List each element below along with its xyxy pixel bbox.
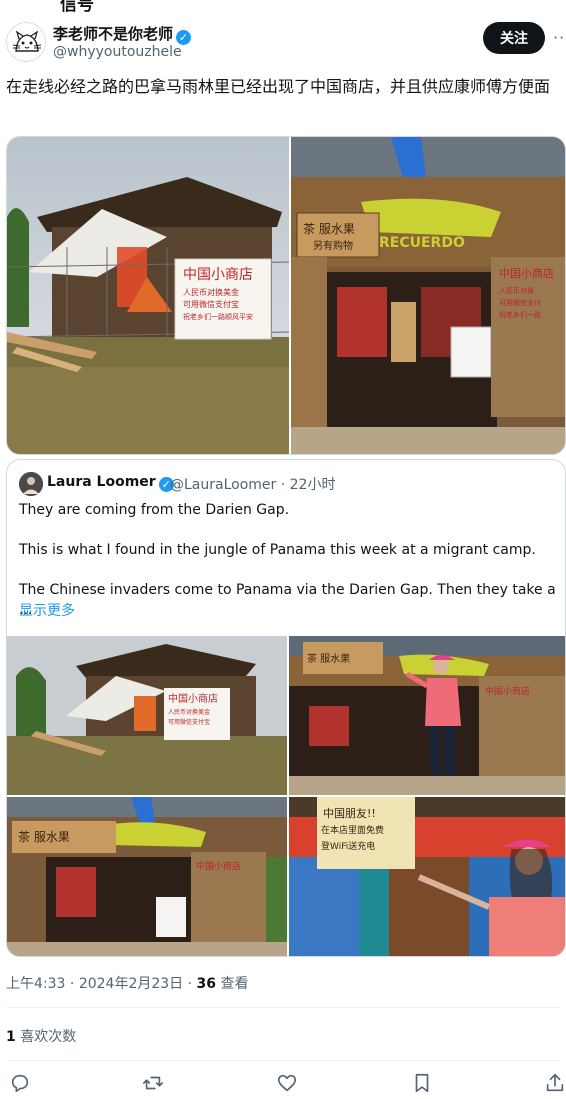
quote-text: They are coming from the Darien Gap. Thi… [19,502,556,618]
bookmark-icon[interactable] [411,1072,437,1098]
svg-text:茶 服水果: 茶 服水果 [307,652,350,665]
like-icon[interactable] [276,1072,302,1098]
svg-text:茶 服水果: 茶 服水果 [18,829,70,844]
svg-text:可用微信支付: 可用微信支付 [499,298,541,307]
tweet-time[interactable]: 上午4:33 [6,976,65,992]
svg-text:另有购物: 另有购物 [313,239,353,252]
quote-time[interactable]: 22小时 [290,477,336,493]
svg-text:茶 服水果: 茶 服水果 [303,221,355,236]
follow-button[interactable]: 关注 [483,22,545,54]
svg-text:中国小商店: 中国小商店 [168,692,218,705]
views-count: 36 [196,976,217,992]
svg-text:人民币对换美金: 人民币对换美金 [183,287,239,297]
tweet-header: 李老师不是你老师✓ @whyyoutouzhele 关注 ··· [0,14,566,64]
author-handle[interactable]: @whyyoutouzhele [53,44,182,60]
svg-text:中国朋友!!: 中国朋友!! [323,806,376,820]
truncated-previous-text: 信号 [60,0,94,15]
svg-text:人民币对换: 人民币对换 [499,286,534,295]
divider [6,1060,561,1061]
author-name-text: 李老师不是你老师 [53,25,174,43]
tweet-media: 中国小商店 人民币对换美金 可用微信支付宝 祝老乡们一路顺风平安 RECUERD… [6,136,566,455]
likes-summary[interactable]: 1 喜欢次数 [6,1026,76,1046]
action-bar [0,1072,566,1098]
tweet-date[interactable]: 2024年2月23日 [79,976,183,992]
quote-photo-woman-sign[interactable]: 中国朋友!! 在本店里面免费 登WiFi送充电 [289,797,565,956]
tweet-timestamp: 上午4:33 · 2024年2月23日 · 36 查看 [6,976,249,992]
svg-text:可用微信支付宝: 可用微信支付宝 [168,718,210,726]
more-options-icon[interactable]: ··· [553,28,566,47]
views-label: 查看 [220,976,249,992]
author-avatar[interactable] [6,22,46,62]
svg-text:在本店里面免费: 在本店里面免费 [321,824,384,836]
quote-photo-woman-at-shop[interactable]: 茶 服水果 中国小商店 [289,636,565,795]
quote-media: 中国小商店 人民币对换美金 可用微信支付宝 茶 服水果 中国小商店 茶 服水果 … [7,636,565,956]
svg-text:祝老乡们一路: 祝老乡们一路 [499,310,541,319]
author-name[interactable]: 李老师不是你老师 ✓ [53,23,192,45]
show-more-link[interactable]: 显示更多 [19,600,75,620]
likes-count: 1 [6,1029,16,1045]
quote-author-name-text: Laura Loomer [47,474,156,490]
svg-text:中国小商店: 中国小商店 [499,266,554,280]
svg-text:人民币对换美金: 人民币对换美金 [168,708,210,716]
quote-photo-shop-front[interactable]: 茶 服水果 中国小商店 [7,797,287,956]
photo-hut-exterior[interactable]: 中国小商店 人民币对换美金 可用微信支付宝 祝老乡们一路顺风平安 [7,137,289,454]
svg-text:中国小商店: 中国小商店 [183,267,253,283]
quote-author-avatar[interactable] [19,472,43,496]
quote-photo-hut-exterior[interactable]: 中国小商店 人民币对换美金 可用微信支付宝 [7,636,287,795]
svg-text:登WiFi送充电: 登WiFi送充电 [321,840,375,852]
verified-icon: ✓ [176,30,192,45]
photo-shop-front[interactable]: RECUERDO 茶 服水果 另有购物 中国小商店 人民币对换 可用微信支付 祝… [291,137,565,454]
tweet-text: 在走线必经之路的巴拿马雨林里已经出现了中国商店，并且供应康师傅方便面 [6,77,551,96]
svg-text:祝老乡们一路顺风平安: 祝老乡们一路顺风平安 [183,312,253,321]
quote-author-name[interactable]: Laura Loomer ✓ [47,474,174,492]
divider [6,1007,561,1008]
likes-label: 喜欢次数 [20,1029,77,1045]
share-icon[interactable] [544,1072,566,1098]
quote-meta: @LauraLoomer · 22小时 [170,477,336,493]
svg-text:RECUERDO: RECUERDO [379,235,465,251]
svg-text:中国小商店: 中国小商店 [485,685,530,697]
quote-author-handle[interactable]: @LauraLoomer [170,477,276,493]
reply-icon[interactable] [9,1072,35,1098]
svg-text:可用微信支付宝: 可用微信支付宝 [183,299,239,309]
retweet-icon[interactable] [142,1072,168,1098]
quoted-tweet[interactable]: Laura Loomer ✓ @LauraLoomer · 22小时 They a… [6,459,566,957]
svg-text:中国小商店: 中国小商店 [196,860,241,872]
